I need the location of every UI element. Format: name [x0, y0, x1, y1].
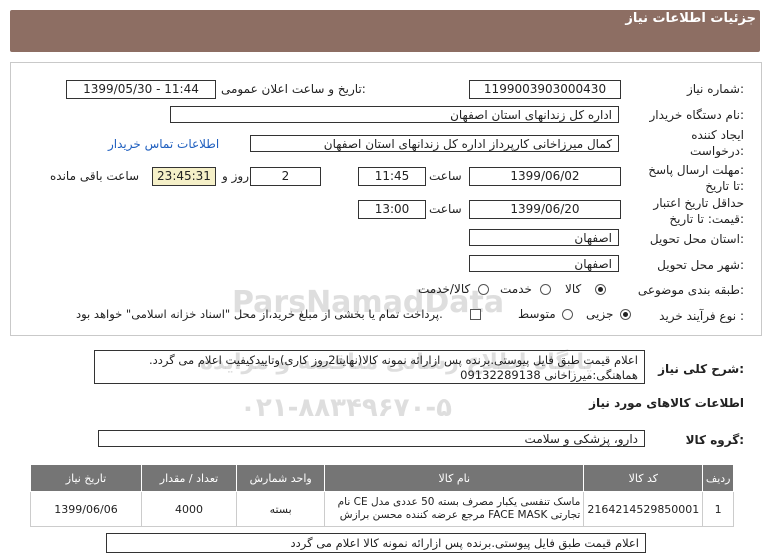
goods-group-field: دارو، پزشکی و سلامت [98, 430, 645, 447]
buyer-org-label: نام دستگاه خریدار: [649, 108, 745, 122]
process-label: نوع فرآیند خرید : [659, 309, 744, 323]
validity-date-field: 1399/06/20 [469, 200, 621, 219]
col-date: تاریخ نیاز [30, 464, 142, 492]
announce-field: 1399/05/30 - 11:44 [66, 80, 216, 99]
watermark-phone: ۰۲۱-۸۸۳۴۹۶۷۰-۵ [240, 393, 453, 423]
col-code: کد کالا [583, 464, 704, 492]
category-option-both: کالا/خدمت [418, 282, 471, 296]
description-box: اعلام قیمت طبق فایل پیوستی.برنده پس ازار… [94, 350, 645, 384]
category-label: طبقه بندی موضوعی: [637, 283, 744, 297]
goods-table-header: ردیف کد کالا نام کالا واحد شمارش تعداد /… [30, 464, 734, 492]
row-code: 2164214529850001 [583, 491, 704, 527]
category-option-service: خدمت [500, 282, 532, 296]
col-name: نام کالا [324, 464, 585, 492]
deadline-label-1: مهلت ارسال پاسخ: [648, 163, 744, 177]
days-remaining-field: 2 [250, 167, 321, 186]
process-option-medium: متوسط [518, 307, 556, 321]
buyer-org-field: اداره کل زندانهای استان اصفهان [170, 106, 619, 123]
goods-table: ردیف کد کالا نام کالا واحد شمارش تعداد /… [30, 464, 734, 527]
city-field: اصفهان [469, 255, 619, 272]
process-option-minor: جزیی [586, 307, 614, 321]
process-radio-minor[interactable] [620, 309, 631, 320]
validity-time-field: 13:00 [358, 200, 426, 219]
row-quantity: 4000 [140, 491, 238, 527]
deadline-label-2: تا تاریخ: [705, 179, 744, 193]
days-label: روز و [222, 169, 249, 183]
province-label: استان محل تحویل: [649, 232, 744, 246]
announce-label: تاریخ و ساعت اعلان عمومی: [221, 82, 366, 96]
bottom-description-box: اعلام قیمت طبق فایل پیوستی.برنده پس ازار… [106, 533, 646, 553]
need-number-label: شماره نیاز: [686, 82, 744, 96]
col-quantity: تعداد / مقدار [140, 464, 238, 492]
remaining-label: ساعت باقی مانده [50, 169, 140, 183]
goods-group-label: گروه کالا: [685, 433, 744, 447]
row-index: 1 [702, 491, 734, 527]
category-radio-service[interactable] [540, 284, 551, 295]
city-label: شهر محل تحویل: [657, 258, 744, 272]
category-radio-both[interactable] [478, 284, 489, 295]
remaining-time-field: 23:45:31 [152, 167, 216, 186]
validity-time-label: ساعت [429, 202, 462, 216]
row-name: ماسک تنفسی یکبار مصرف بسته 50 عددی مدل C… [324, 491, 585, 527]
process-radio-medium[interactable] [562, 309, 573, 320]
validity-label-1: حداقل تاریخ اعتبار [653, 196, 744, 210]
treasury-payment-note: پرداخت تمام یا بخشی از مبلغ خرید،از محل … [76, 307, 443, 321]
page-title: جزئیات اطلاعات نیاز [625, 11, 756, 26]
description-label: شرح کلی نیاز: [658, 362, 744, 376]
category-option-goods: کالا [565, 282, 582, 296]
table-row: 1 2164214529850001 ماسک تنفسی یکبار مصرف… [30, 491, 734, 527]
col-index: ردیف [702, 464, 734, 492]
deadline-time-field: 11:45 [358, 167, 426, 186]
need-number-field: 1199003903000430 [469, 80, 621, 99]
deadline-time-label: ساعت [429, 169, 462, 183]
category-radio-goods[interactable] [595, 284, 606, 295]
validity-label-2: قیمت: تا تاریخ: [669, 212, 744, 226]
goods-section-title: اطلاعات کالاهای مورد نیاز [589, 396, 744, 410]
treasury-payment-checkbox[interactable] [470, 309, 481, 320]
province-field: اصفهان [469, 229, 619, 246]
creator-label-2: درخواست: [690, 144, 744, 158]
row-unit: بسته [236, 491, 326, 527]
col-unit: واحد شمارش [236, 464, 326, 492]
creator-field: کمال میرزاخانی کارپرداز اداره کل زندانها… [250, 135, 619, 152]
row-date: 1399/06/06 [30, 491, 142, 527]
contact-buyer-link[interactable]: اطلاعات تماس خریدار [108, 137, 219, 151]
deadline-date-field: 1399/06/02 [469, 167, 621, 186]
creator-label-1: ایجاد کننده [691, 128, 744, 142]
